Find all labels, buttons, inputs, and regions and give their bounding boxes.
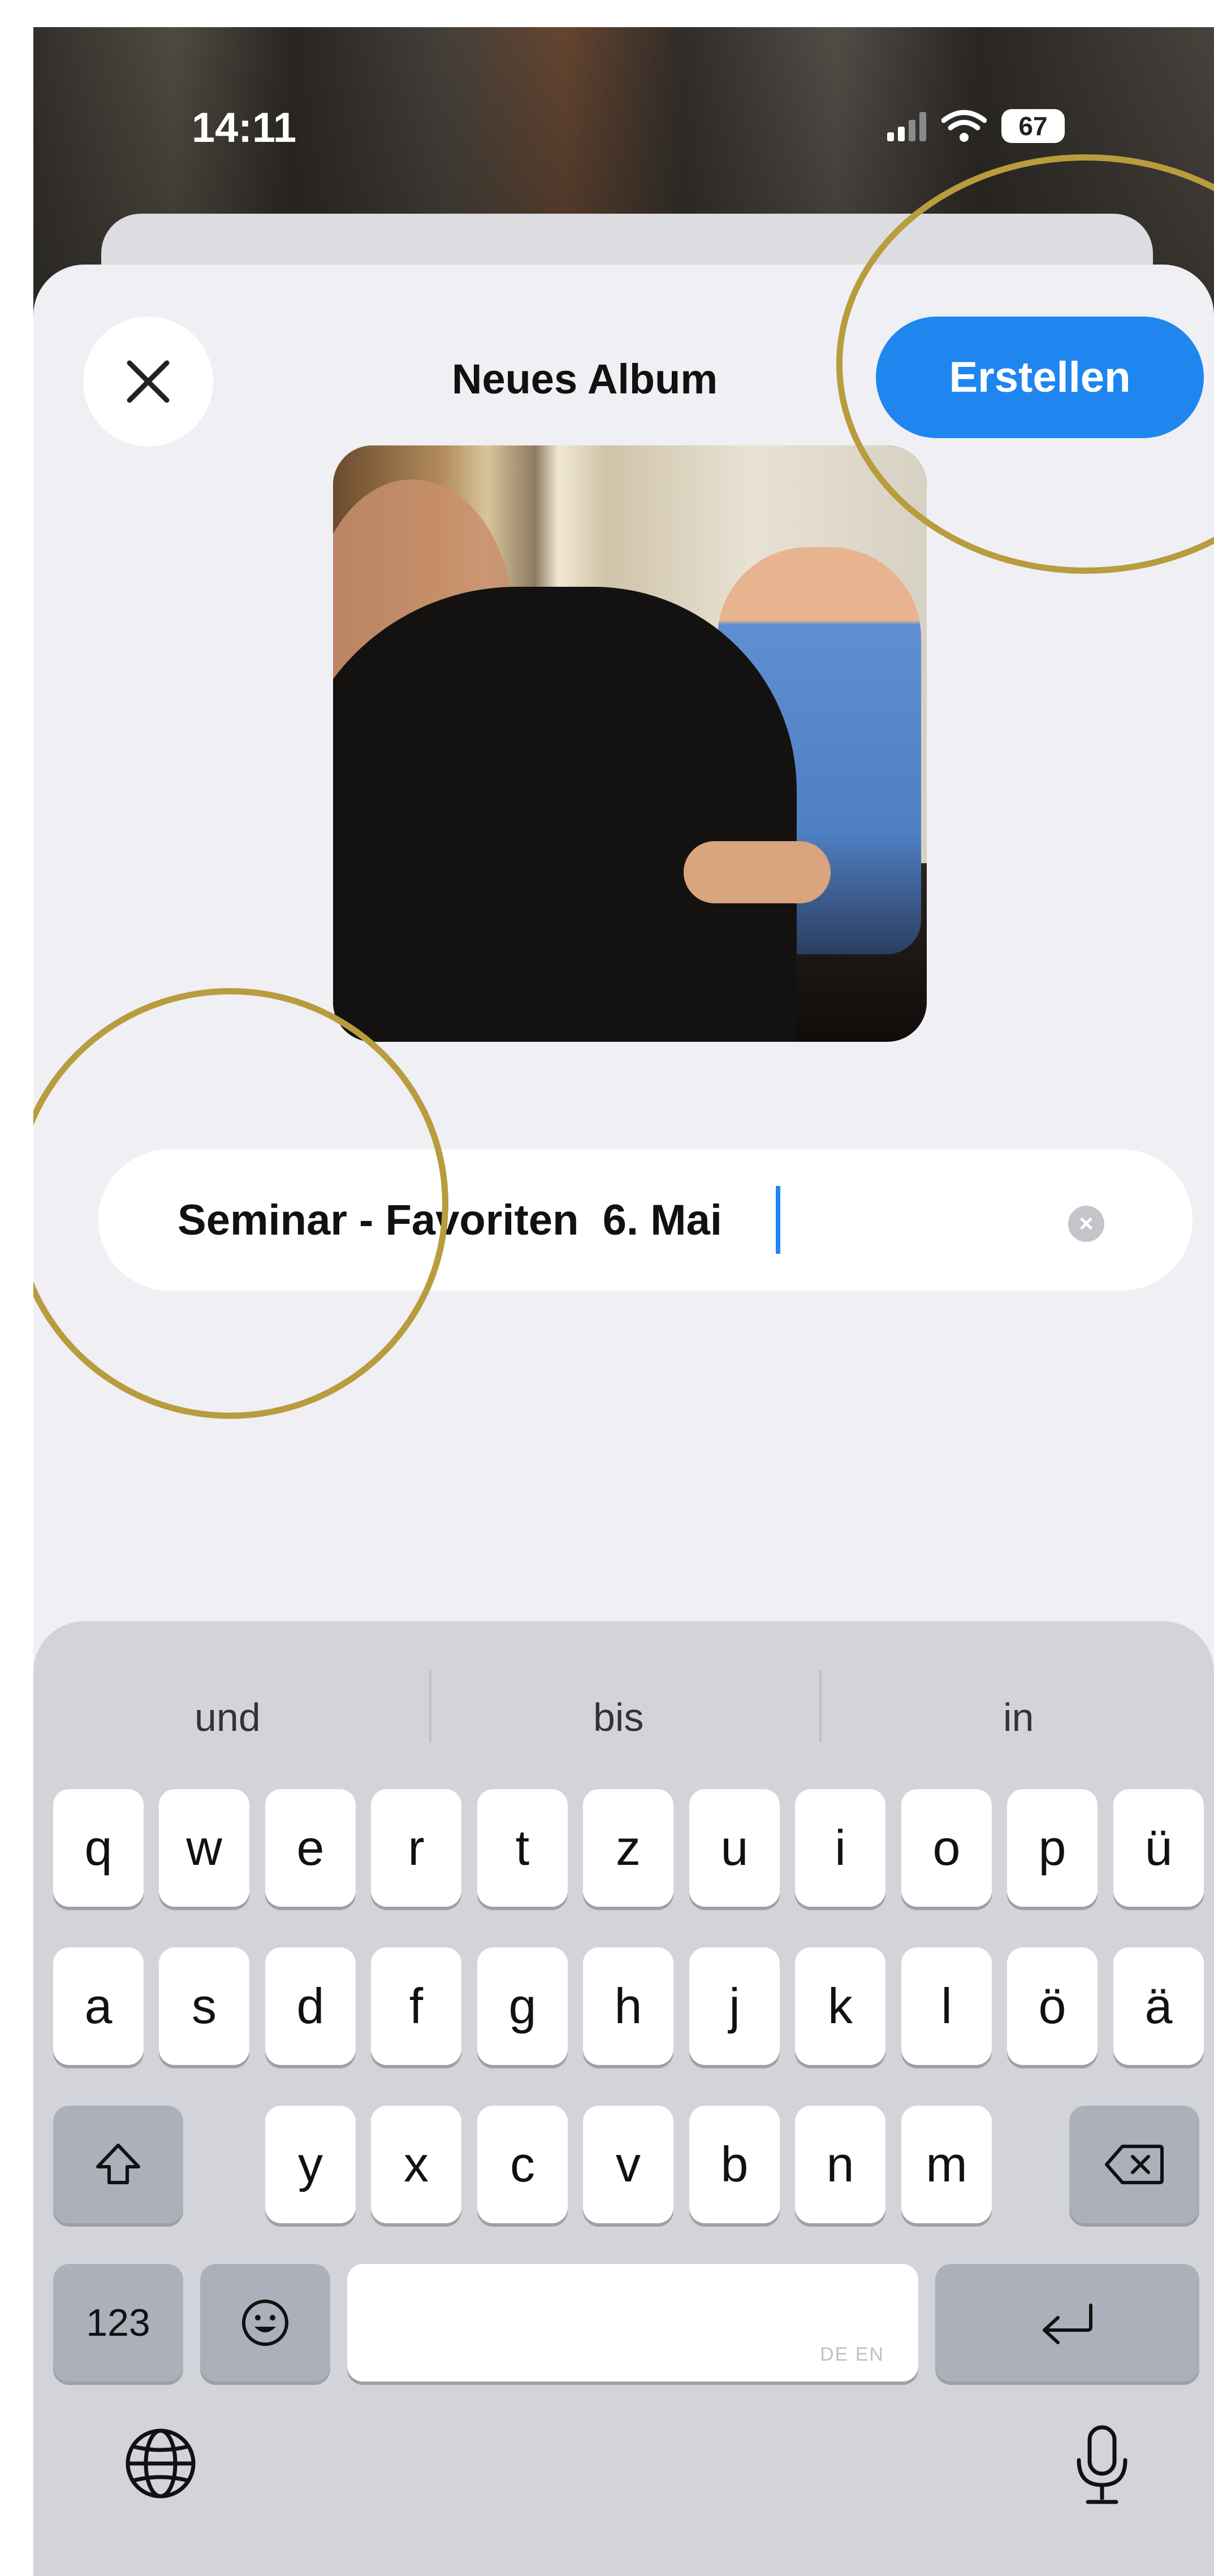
suggestion-divider	[819, 1669, 822, 1743]
key-l[interactable]: l	[901, 1947, 992, 2065]
key-a[interactable]: a	[53, 1947, 144, 2065]
status-time: 14:11	[192, 104, 297, 151]
album-cover-photo[interactable]	[333, 445, 927, 1042]
suggestion-3[interactable]: in	[1003, 1695, 1034, 1740]
shift-key[interactable]	[53, 2106, 183, 2223]
keyboard: und bis in q w e r t z u i o p ü a s d f…	[33, 1621, 1214, 2576]
key-oe[interactable]: ö	[1007, 1947, 1098, 2065]
key-h[interactable]: h	[583, 1947, 673, 2065]
suggestion-1[interactable]: und	[195, 1695, 261, 1740]
globe-icon[interactable]	[121, 2424, 200, 2503]
key-j[interactable]: j	[689, 1947, 780, 2065]
return-key[interactable]	[935, 2264, 1199, 2382]
emoji-icon	[240, 2297, 291, 2348]
close-icon	[123, 356, 174, 407]
microphone-icon[interactable]	[1071, 2424, 1133, 2509]
key-u[interactable]: u	[689, 1789, 780, 1907]
key-g[interactable]: g	[477, 1947, 568, 2065]
key-w[interactable]: w	[159, 1789, 249, 1907]
key-i[interactable]: i	[795, 1789, 885, 1907]
wifi-icon	[941, 109, 987, 143]
delete-key[interactable]	[1069, 2106, 1199, 2223]
battery-indicator: 67	[1001, 109, 1065, 143]
key-d[interactable]: d	[265, 1947, 356, 2065]
key-c[interactable]: c	[477, 2106, 568, 2223]
key-k[interactable]: k	[795, 1947, 885, 2065]
key-o[interactable]: o	[901, 1789, 992, 1907]
key-ae[interactable]: ä	[1113, 1947, 1204, 2065]
sheet-title: Neues Album	[452, 356, 718, 402]
backspace-icon	[1103, 2142, 1165, 2187]
space-key[interactable]: DE EN	[347, 2264, 918, 2382]
key-b[interactable]: b	[689, 2106, 780, 2223]
key-p[interactable]: p	[1007, 1789, 1098, 1907]
phone-screen: 14:11 67 Neues Album Erstellen Seminar -…	[33, 27, 1214, 2576]
key-ue[interactable]: ü	[1113, 1789, 1204, 1907]
close-button[interactable]	[83, 317, 213, 447]
key-n[interactable]: n	[795, 2106, 885, 2223]
key-z[interactable]: z	[583, 1789, 673, 1907]
signal-icon	[887, 111, 927, 141]
numbers-key[interactable]: 123	[53, 2264, 183, 2382]
key-x[interactable]: x	[371, 2106, 461, 2223]
status-icons: 67	[887, 103, 1065, 149]
key-v[interactable]: v	[583, 2106, 673, 2223]
suggestion-divider	[429, 1669, 431, 1743]
suggestion-2[interactable]: bis	[593, 1695, 643, 1740]
key-f[interactable]: f	[371, 1947, 461, 2065]
clear-text-button[interactable]: ×	[1068, 1206, 1104, 1242]
key-t[interactable]: t	[477, 1789, 568, 1907]
key-s[interactable]: s	[159, 1947, 249, 2065]
shift-icon	[94, 2141, 142, 2188]
return-icon	[1036, 2297, 1099, 2348]
space-language-label: DE EN	[820, 2344, 884, 2365]
key-y[interactable]: y	[265, 2106, 356, 2223]
clear-icon: ×	[1079, 1210, 1094, 1237]
key-q[interactable]: q	[53, 1789, 144, 1907]
key-r[interactable]: r	[371, 1789, 461, 1907]
text-cursor	[776, 1186, 780, 1254]
key-m[interactable]: m	[901, 2106, 992, 2223]
key-e[interactable]: e	[265, 1789, 356, 1907]
emoji-key[interactable]	[200, 2264, 330, 2382]
